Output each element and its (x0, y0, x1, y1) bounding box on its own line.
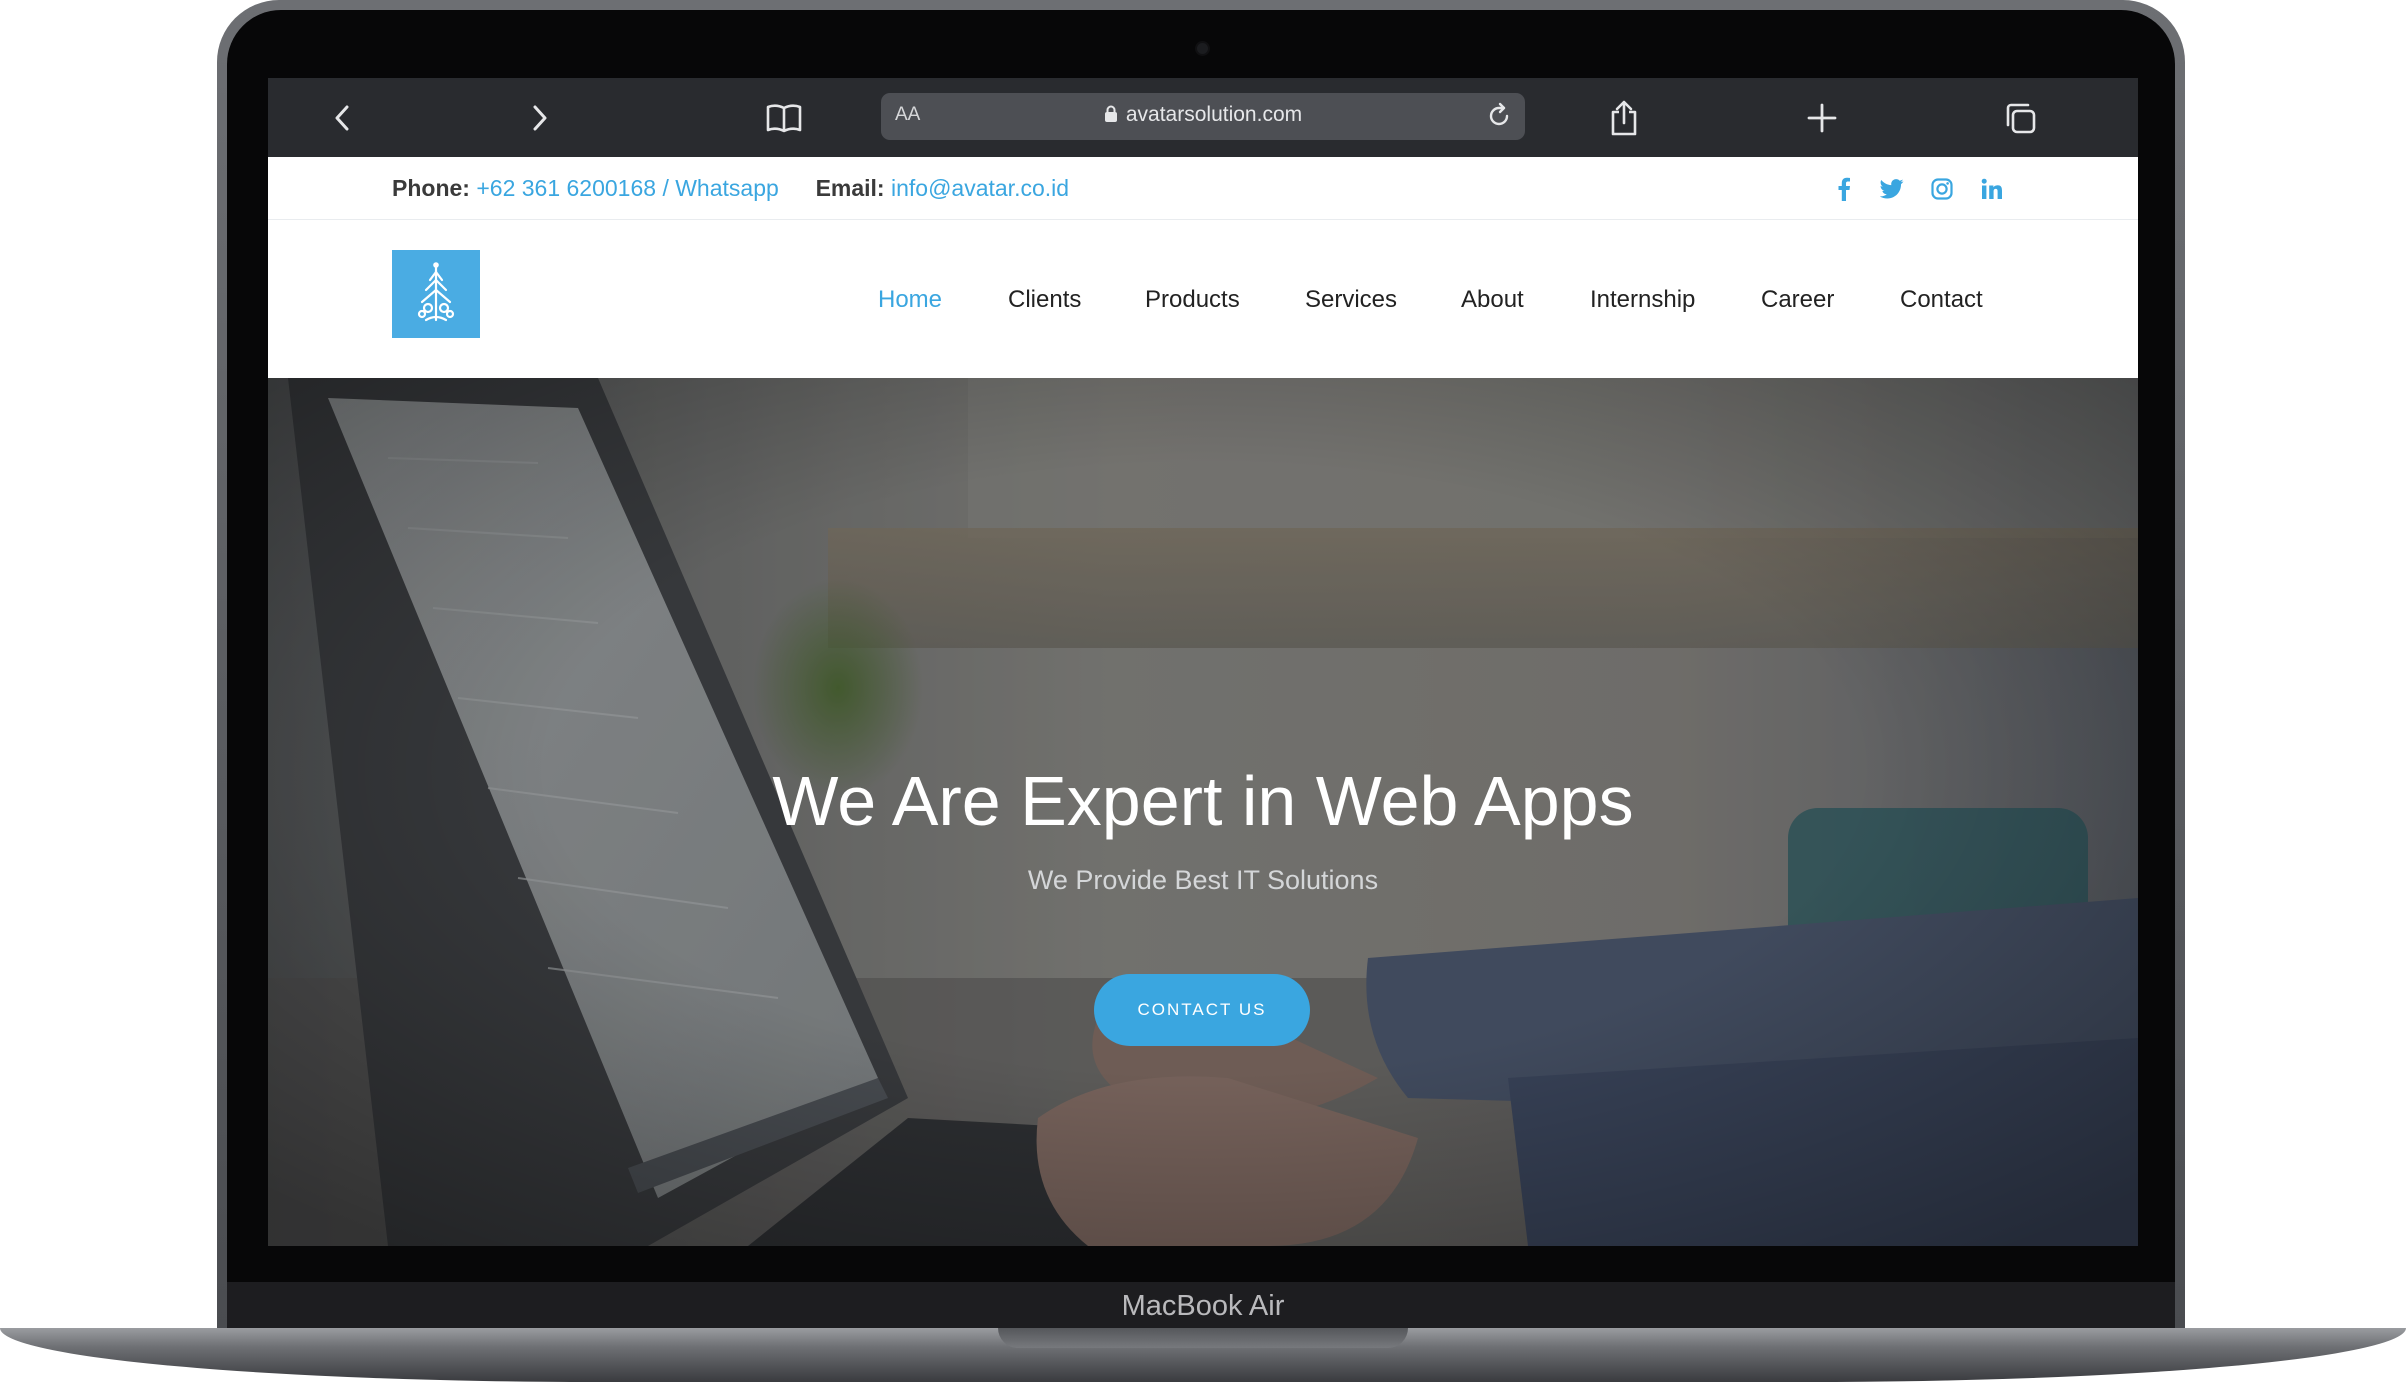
hero-subtitle: We Provide Best IT Solutions (1027, 865, 1379, 895)
instagram-icon[interactable] (1926, 173, 1958, 205)
contact-info: Phone: +62 361 6200168 / Whatsapp Email:… (392, 175, 1069, 202)
tabs-icon[interactable] (1998, 96, 2042, 140)
phone-link[interactable]: +62 361 6200168 / Whatsapp (476, 175, 778, 201)
address-bar[interactable]: AA avatarsolution.com (881, 93, 1525, 140)
hero-title: We Are Expert in Web Apps (772, 762, 1634, 840)
plus-icon[interactable] (1800, 96, 1844, 140)
facebook-icon[interactable] (1828, 173, 1860, 205)
twitter-icon[interactable] (1876, 173, 1908, 205)
site-logo[interactable] (392, 250, 480, 338)
nav-career[interactable]: Career (1761, 286, 1834, 314)
camera (1197, 43, 1208, 54)
book-icon[interactable] (762, 96, 806, 140)
nav-contact[interactable]: Contact (1900, 286, 1983, 314)
chevron-left-icon[interactable] (320, 96, 364, 140)
share-icon[interactable] (1602, 96, 1646, 140)
nav-services[interactable]: Services (1305, 286, 1397, 314)
contact-bar: Phone: +62 361 6200168 / Whatsapp Email:… (268, 157, 2138, 220)
phone-label: Phone: (392, 175, 470, 201)
nav-internship[interactable]: Internship (1590, 286, 1695, 314)
laptop-hinge-notch (998, 1328, 1408, 1348)
email-link[interactable]: info@avatar.co.id (891, 175, 1069, 201)
chevron-right-icon[interactable] (518, 96, 562, 140)
contact-us-button[interactable]: CONTACT US (1094, 974, 1310, 1046)
device-label: MacBook Air (1121, 1290, 1285, 1322)
url-text: avatarsolution.com (1125, 103, 1303, 126)
site-navbar: Home Clients Products Services About Int… (268, 220, 2138, 378)
email-label: Email: (815, 175, 885, 201)
nav-home[interactable]: Home (878, 286, 942, 314)
hero-section: We Are Expert in Web Apps We Provide Bes… (268, 378, 2138, 1246)
nav-about[interactable]: About (1461, 286, 1524, 314)
reload-icon[interactable] (1481, 98, 1517, 134)
nav-clients[interactable]: Clients (1008, 286, 1081, 314)
url-display: avatarsolution.com (881, 103, 1525, 129)
lock-icon (1104, 105, 1118, 129)
nav-products[interactable]: Products (1145, 286, 1240, 314)
linkedin-icon[interactable] (1976, 173, 2008, 205)
browser-toolbar: AA avatarsolution.com (268, 78, 2138, 157)
browser-screen: AA avatarsolution.com Phone: +62 361 620… (268, 78, 2138, 1246)
